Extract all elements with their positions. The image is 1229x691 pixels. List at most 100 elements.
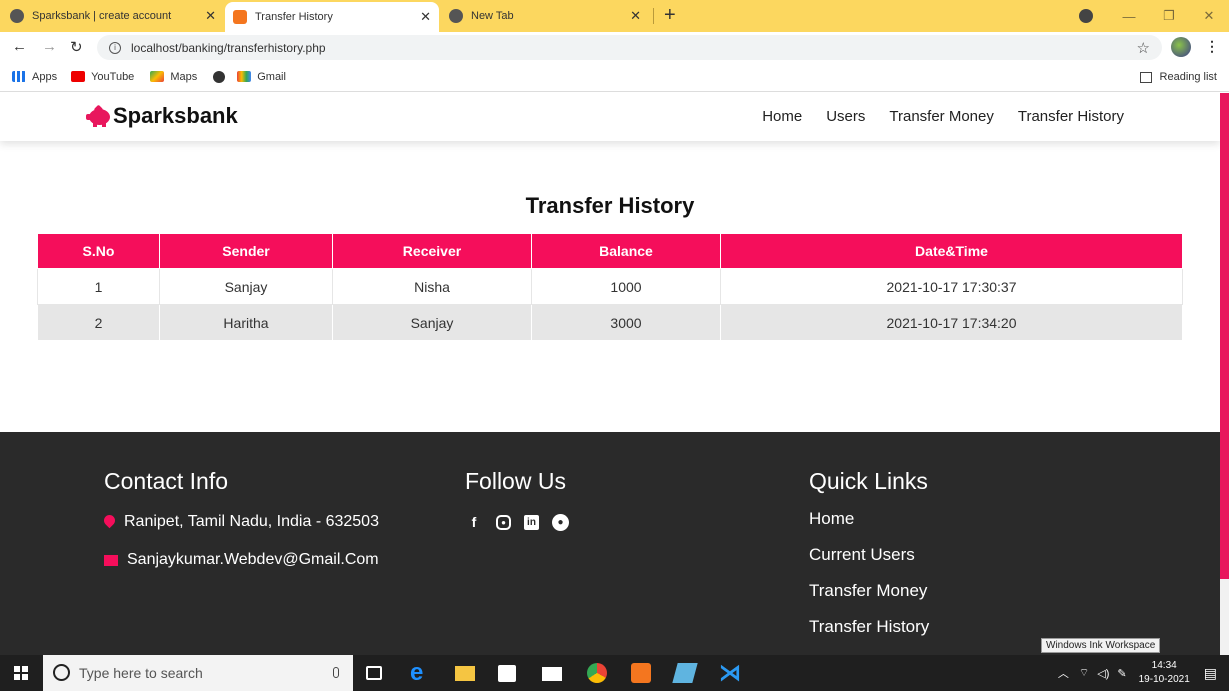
table-cell: 3000 [531,304,721,341]
globe-icon [10,9,24,23]
quick-links-section: Quick Links Home Current Users Transfer … [809,468,929,653]
nav-users[interactable]: Users [826,108,865,125]
menu-icon[interactable]: ⋮ [1205,38,1219,55]
notifications-icon[interactable]: ▤ [1204,665,1217,682]
transfer-history-table: S.No Sender Receiver Balance Date&Time 1… [37,233,1183,341]
close-icon[interactable]: ✕ [420,9,431,25]
info-icon[interactable]: i [109,41,121,54]
xampp-icon[interactable] [631,663,651,683]
xampp-icon [233,10,247,24]
volume-icon[interactable]: ◁) [1097,667,1109,680]
reading-list-button[interactable]: Reading list [1139,71,1217,83]
tab-strip: Sparksbank | create account ✕ Transfer H… [0,0,1229,32]
bookmark-apps[interactable]: Apps [12,71,57,83]
pen-icon[interactable]: ✎ [1117,667,1126,680]
piggy-bank-icon [86,104,112,127]
facebook-icon[interactable]: f [465,513,483,531]
brand-name: Sparksbank [113,103,238,128]
quick-link-transfer-money[interactable]: Transfer Money [809,581,929,601]
quick-link-home[interactable]: Home [809,509,929,529]
task-view-icon[interactable] [366,666,382,680]
bookmark-gmail[interactable]: Gmail [237,71,286,83]
site-navbar: Sparksbank Home Users Transfer Money Tra… [0,93,1220,141]
apps-icon [12,71,26,82]
table-cell: 2 [37,304,160,341]
system-tray: ︿ ⌔ ◁) ✎ 14:34 19-10-2021 ▤ [1058,655,1229,691]
table-cell: 2021-10-17 17:34:20 [720,304,1183,341]
table-cell: Sanjay [332,304,532,341]
reload-icon[interactable]: ↻ [70,38,83,56]
wifi-icon[interactable]: ⌔ [1079,666,1089,680]
bookmark-maps[interactable]: Maps [150,71,197,83]
social-links: f ● in ● [465,513,582,531]
clock[interactable]: 14:34 19-10-2021 [1139,659,1190,687]
linkedin-icon[interactable]: in [524,514,539,530]
column-header: Date&Time [720,233,1183,269]
microphone-icon[interactable] [333,667,339,678]
nav-transfer-history[interactable]: Transfer History [1018,108,1124,125]
column-header: Receiver [332,233,532,269]
vscode-icon[interactable]: ⋊ [719,660,741,685]
column-header: Balance [531,233,721,269]
address-bar[interactable]: i localhost/banking/transferhistory.php … [97,35,1162,60]
quick-link-transfer-history[interactable]: Transfer History [809,617,929,637]
star-icon[interactable]: ☆ [1137,39,1150,57]
back-icon[interactable]: ← [12,38,27,55]
close-icon[interactable]: ✕ [630,8,641,24]
window-close-icon[interactable]: ✕ [1189,8,1229,24]
notepad-icon[interactable] [672,663,698,683]
email-line[interactable]: Sanjaykumar.Webdev@Gmail.Com [104,551,379,569]
quick-links-title: Quick Links [809,468,928,494]
bookmark-label: Maps [170,70,198,83]
table-cell: 1000 [531,268,721,305]
table-cell: Nisha [332,268,532,305]
store-icon[interactable] [498,665,516,682]
forward-icon[interactable]: → [42,38,57,55]
scrollbar-thumb[interactable] [1220,93,1229,579]
table-row: 2 Haritha Sanjay 3000 2021-10-17 17:34:2… [37,304,1183,341]
minimize-icon[interactable]: — [1109,9,1149,24]
edge-icon[interactable]: e [410,659,430,686]
tab-new-tab[interactable]: New Tab ✕ [449,2,649,30]
bookmark-globe[interactable] [213,70,231,83]
restore-icon[interactable]: ❐ [1149,8,1189,24]
globe-icon [213,70,226,83]
github-icon[interactable]: ● [552,513,569,531]
bookmark-label: YouTube [91,70,135,83]
envelope-icon [104,554,118,566]
tab-search-icon[interactable] [1079,9,1093,23]
mail-icon[interactable] [542,667,562,681]
column-header: S.No [37,233,160,269]
window-controls: — ❐ ✕ [1109,0,1229,32]
contact-info-section: Contact Info Ranipet, Tamil Nadu, India … [104,468,379,589]
brand-logo[interactable]: Sparksbank [86,103,238,129]
new-tab-icon[interactable]: + [664,4,676,27]
page-title: Transfer History [525,193,695,218]
tab-title: New Tab [471,10,514,22]
tab-create-account[interactable]: Sparksbank | create account ✕ [10,2,224,30]
clock-time: 14:34 [1151,660,1177,671]
reading-list-icon [1139,71,1152,83]
windows-start-icon[interactable] [14,666,28,680]
nav-links: Home Users Transfer Money Transfer Histo… [738,108,1124,125]
nav-transfer-money[interactable]: Transfer Money [889,108,993,125]
chevron-up-icon[interactable]: ︿ [1058,665,1069,681]
reading-list-label: Reading list [1159,71,1217,83]
taskbar-search[interactable]: Type here to search [43,655,353,691]
cortana-icon [53,664,70,681]
avatar[interactable] [1171,37,1191,57]
close-icon[interactable]: ✕ [205,8,216,24]
clock-date: 19-10-2021 [1138,674,1190,685]
tab-transfer-history[interactable]: Transfer History ✕ [225,2,439,32]
chrome-icon[interactable] [587,663,607,683]
nav-home[interactable]: Home [762,108,802,125]
quick-link-current-users[interactable]: Current Users [809,545,929,565]
table-cell: 1 [37,268,160,305]
instagram-icon[interactable]: ● [496,514,511,530]
table-cell: Sanjay [159,268,333,305]
file-explorer-icon[interactable] [455,666,475,681]
windows-taskbar: Type here to search e ⋊ ︿ ⌔ ◁) ✎ 14:34 1… [0,655,1229,691]
email-text[interactable]: Sanjaykumar.Webdev@Gmail.Com [127,551,379,569]
tab-title: Sparksbank | create account [32,10,172,22]
bookmark-youtube[interactable]: YouTube [71,71,134,83]
